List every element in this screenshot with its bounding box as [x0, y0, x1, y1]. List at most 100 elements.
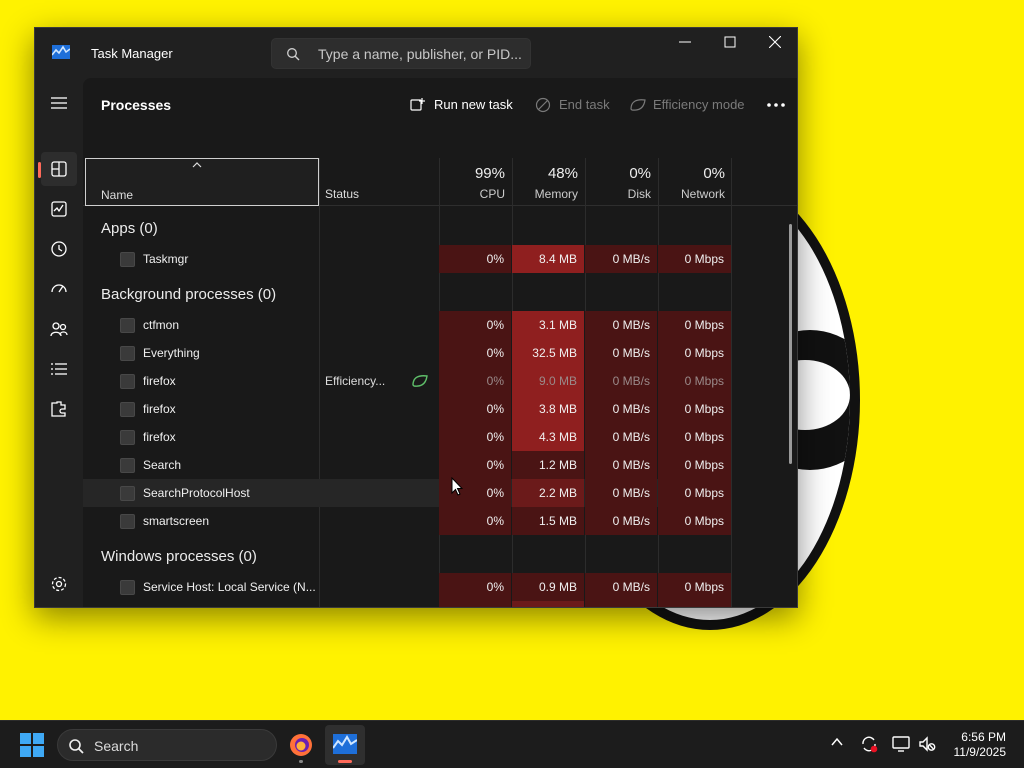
process-name: firefox [143, 402, 176, 416]
menu-button[interactable] [41, 86, 77, 120]
vertical-scrollbar[interactable] [789, 224, 792, 464]
end-task-icon [535, 97, 551, 113]
cell-cpu: 0% [439, 339, 511, 367]
efficiency-leaf-icon [412, 375, 428, 387]
process-name: firefox [143, 374, 176, 388]
table-row[interactable]: Taskmgr 0% 8.4 MB 0 MB/s 0 Mbps [83, 245, 731, 273]
table-row[interactable]: firefox 0% 3.8 MB 0 MB/s 0 Mbps [83, 395, 731, 423]
show-hidden-icons-chevron-up-icon[interactable] [830, 735, 844, 749]
run-new-task-icon [410, 98, 425, 111]
nav-performance[interactable] [41, 192, 77, 226]
running-indicator [299, 760, 303, 763]
process-icon [120, 318, 135, 333]
page-title: Processes [101, 97, 172, 113]
end-task-label: End task [559, 97, 610, 112]
disk-total: 0% [629, 165, 651, 182]
process-icon [120, 458, 135, 473]
process-name: Service Host: Local Service (N... [143, 580, 316, 594]
users-icon [50, 322, 68, 337]
column-header-name[interactable]: Name [85, 158, 319, 206]
process-name: SearchProtocolHost [143, 486, 250, 500]
table-row[interactable]: SearchProtocolHost 0% 2.2 MB 0 MB/s 0 Mbps [83, 479, 731, 507]
network-display-icon[interactable] [892, 735, 910, 753]
cell-disk: 0 MB/s [585, 451, 657, 479]
cpu-total: 99% [474, 165, 505, 182]
efficiency-mode-button[interactable]: Efficiency mode [629, 90, 749, 120]
cell-network: 0 Mbps [658, 479, 731, 507]
table-row[interactable]: Everything 0% 32.5 MB 0 MB/s 0 Mbps [83, 339, 731, 367]
nav-app-history[interactable] [41, 232, 77, 266]
end-task-button[interactable]: End task [535, 90, 615, 120]
table-row[interactable]: ctfmon 0% 3.1 MB 0 MB/s 0 Mbps [83, 311, 731, 339]
process-icon [120, 486, 135, 501]
process-name: smartscreen [143, 514, 210, 528]
table-row[interactable]: Search 0% 1.2 MB 0 MB/s 0 Mbps [83, 451, 731, 479]
nav-details[interactable] [41, 352, 77, 386]
process-icon [120, 430, 135, 445]
cell-cpu: 0% [439, 601, 511, 607]
clock-time: 6:56 PM [961, 730, 1006, 744]
cell-cpu: 0% [439, 451, 511, 479]
group-header-background[interactable]: Background processes (0) [101, 286, 276, 303]
title-bar[interactable]: Task Manager Type a name, publisher, or … [35, 28, 797, 78]
nav-startup-apps[interactable] [41, 272, 77, 306]
table-row[interactable]: Service Host: Local System0%1.8 MB0 MB/s… [83, 601, 731, 607]
start-button-windows-icon[interactable] [20, 733, 44, 757]
nav-settings[interactable] [41, 567, 77, 601]
taskbar: Search 6:56 PM 11/9/2025 [0, 720, 1024, 768]
taskbar-firefox[interactable] [281, 725, 321, 765]
cell-network: 0 Mbps [658, 573, 731, 601]
run-new-task-button[interactable]: Run new task [410, 90, 513, 120]
nav-processes[interactable] [38, 152, 77, 186]
startup-apps-icon [51, 284, 67, 293]
column-header-status[interactable]: Status [325, 187, 359, 201]
maximize-button[interactable] [707, 28, 753, 58]
cell-disk: 0 MB/s [585, 479, 657, 507]
more-options-button[interactable] [761, 90, 791, 120]
cell-disk: 0 MB/s [585, 423, 657, 451]
table-header: Name Status 99% CPU 48% Memory 0% Disk 0… [83, 158, 797, 206]
process-status: Efficiency... [325, 374, 386, 388]
volume-muted-icon[interactable] [918, 735, 936, 753]
table-row[interactable]: Service Host: Local Service (N... 0% 0.9 M… [83, 573, 731, 601]
column-header-disk[interactable]: 0% Disk [585, 158, 657, 206]
cell-cpu: 0% [439, 507, 511, 535]
column-header-memory[interactable]: 48% Memory [512, 158, 584, 206]
column-header-network[interactable]: 0% Network [658, 158, 731, 206]
taskbar-task-manager[interactable] [325, 725, 365, 765]
cell-memory: 9.0 MB [512, 367, 584, 395]
nav-services[interactable] [41, 392, 77, 426]
minimize-button[interactable] [662, 28, 708, 58]
network-total: 0% [703, 165, 725, 182]
group-header-apps[interactable]: Apps (0) [101, 220, 158, 237]
cell-disk: 0 MB/s [585, 395, 657, 423]
menu-icon [51, 97, 67, 109]
task-manager-icon [333, 734, 357, 754]
cell-memory: 3.8 MB [512, 395, 584, 423]
nav-users[interactable] [41, 312, 77, 346]
cell-cpu: 0% [439, 395, 511, 423]
process-name: Search [143, 458, 182, 472]
taskbar-search-box[interactable]: Search [57, 729, 277, 761]
table-row[interactable]: firefox 0% 4.3 MB 0 MB/s 0 Mbps [83, 423, 731, 451]
close-button[interactable] [752, 28, 797, 58]
cell-network: 0 Mbps [658, 395, 731, 423]
search-placeholder: Type a name, publisher, or PID... [318, 46, 522, 62]
firefox-icon [290, 734, 312, 756]
system-clock[interactable]: 6:56 PM 11/9/2025 [954, 730, 1007, 760]
group-header-windows[interactable]: Windows processes (0) [101, 548, 257, 565]
column-header-cpu[interactable]: 99% CPU [439, 158, 511, 206]
search-input[interactable]: Type a name, publisher, or PID... [271, 38, 531, 69]
cell-cpu: 0% [439, 367, 511, 395]
cell-memory: 0.9 MB [512, 573, 584, 601]
processes-page: Processes Run new task End task Efficien… [83, 78, 797, 607]
table-row[interactable]: smartscreen 0% 1.5 MB 0 MB/s 0 Mbps [83, 507, 731, 535]
process-name: Taskmgr [143, 252, 189, 266]
search-icon [287, 48, 300, 61]
sync-alert-icon[interactable] [860, 735, 878, 753]
table-row[interactable]: firefox Efficiency... 0% 9.0 MB 0 MB/s 0 Mbps [83, 367, 731, 395]
cell-memory: 2.2 MB [512, 479, 584, 507]
cell-memory: 1.8 MB [512, 601, 584, 607]
cell-disk: 0 MB/s [585, 507, 657, 535]
cell-memory: 1.5 MB [512, 507, 584, 535]
